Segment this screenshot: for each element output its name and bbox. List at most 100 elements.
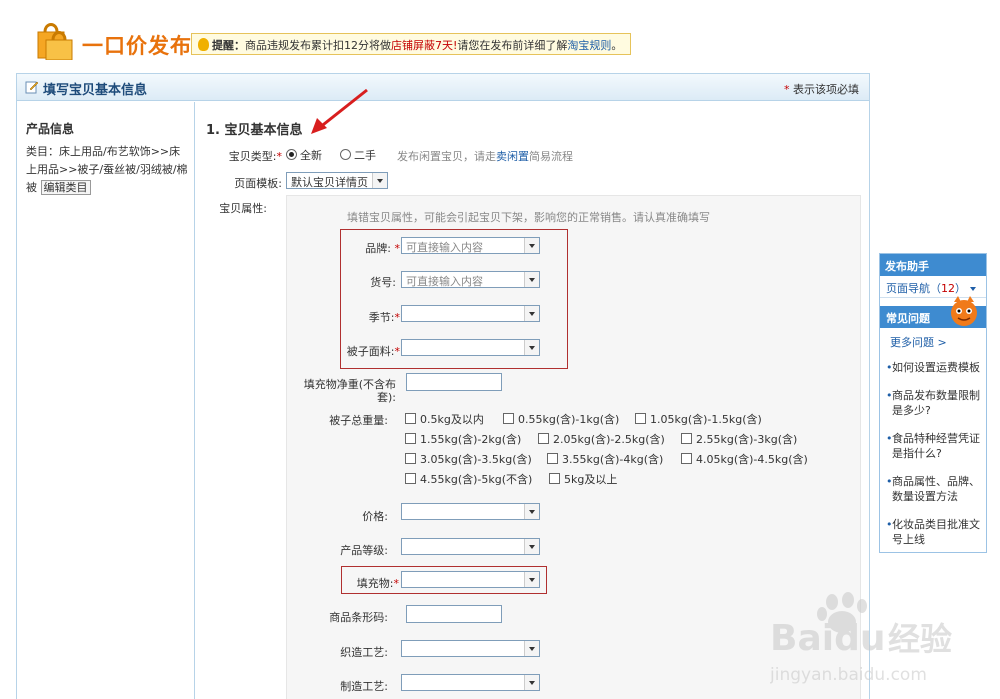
filling-weight-input[interactable] [406, 373, 502, 391]
weight-option-label: 3.05kg(含)-3.5kg(含) [420, 453, 532, 466]
season-select[interactable] [401, 305, 540, 322]
shopping-bag-icon [37, 23, 73, 60]
chevron-down-icon [969, 287, 976, 291]
mascot-icon [951, 296, 977, 326]
faq-item[interactable]: 商品发布数量限制是多少? [886, 388, 982, 418]
brand-select[interactable]: 可直接输入内容 [401, 237, 540, 254]
type-used-label: 二手 [354, 149, 376, 162]
fabric-label-text: 被子面料: [346, 345, 395, 358]
required-star: * [784, 83, 790, 96]
notice-text2: 请您在发布前详细了解 [457, 39, 568, 52]
type-required-star: * [276, 150, 283, 163]
checkbox[interactable] [635, 413, 646, 424]
weight-option-label: 4.55kg(含)-5kg(不含) [420, 473, 533, 486]
checkbox[interactable] [538, 433, 549, 444]
sell-idle-link[interactable]: 卖闲置 [496, 150, 529, 163]
watermark-brand2: 经验 [888, 620, 952, 658]
chevron-down-icon [524, 641, 539, 656]
type-hint-text: 发布闲置宝贝，请走 [397, 150, 496, 163]
page-title: 一口价发布 [82, 34, 192, 58]
category-prefix: 类目： [26, 145, 59, 158]
fabric-label: 被子面料:* [300, 343, 400, 359]
type-label-text: 宝贝类型: [228, 150, 277, 163]
item-no-label: 货号: [370, 276, 396, 289]
price-select[interactable] [401, 503, 540, 520]
grade-select[interactable] [401, 538, 540, 555]
checkbox[interactable] [547, 453, 558, 464]
checkbox[interactable] [681, 453, 692, 464]
checkbox[interactable] [405, 433, 416, 444]
page-nav-label: 页面导航（ [886, 282, 941, 295]
checkbox[interactable] [405, 453, 416, 464]
brand-placeholder: 可直接输入内容 [406, 241, 483, 254]
filling-select[interactable] [401, 571, 540, 588]
chevron-down-icon [524, 272, 539, 287]
weight-option-10[interactable]: 5kg及以上 [549, 471, 617, 487]
chevron-down-icon [524, 306, 539, 321]
edit-category-button[interactable]: 编辑类目 [40, 180, 91, 195]
make-label: 制造工艺: [340, 680, 388, 693]
faq-item[interactable]: 商品属性、品牌、数量设置方法 [886, 474, 982, 504]
faq-item[interactable]: 如何设置运费模板 [886, 360, 982, 375]
notice-text: 商品违规发布累计扣12分将做 [245, 39, 391, 52]
checkbox[interactable] [405, 473, 416, 484]
type-used-option[interactable]: 二手 [340, 147, 376, 163]
checkbox[interactable] [681, 433, 692, 444]
radio-checked[interactable] [286, 149, 297, 160]
faq-item[interactable]: 化妆品类目批准文号上线 [886, 517, 982, 547]
filling-weight-label: 填充物净重(不含布套): [303, 378, 396, 404]
weight-option-4[interactable]: 2.05kg(含)-2.5kg(含) [538, 431, 665, 447]
weight-option-3[interactable]: 1.55kg(含)-2kg(含) [405, 431, 521, 447]
notice-end: 。 [611, 39, 623, 52]
weight-option-7[interactable]: 3.55kg(含)-4kg(含) [547, 451, 663, 467]
chevron-down-icon [524, 504, 539, 519]
weight-option-label: 5kg及以上 [564, 473, 618, 486]
weight-option-8[interactable]: 4.05kg(含)-4.5kg(含) [681, 451, 808, 467]
barcode-input[interactable] [406, 605, 502, 623]
notice-link[interactable]: 店铺屏蔽7天! [391, 39, 457, 52]
weight-option-5[interactable]: 2.55kg(含)-3kg(含) [681, 431, 797, 447]
season-label: 季节:* [300, 309, 400, 325]
notice-label: 提醒： [212, 39, 245, 52]
fabric-select[interactable] [401, 339, 540, 356]
chevron-down-icon [372, 173, 387, 188]
brand-label: 品牌: * [300, 240, 400, 256]
weight-option-label: 0.55kg(含)-1kg(含) [518, 413, 620, 426]
type-new-option[interactable]: 全新 [286, 147, 322, 163]
fabric-required-star: * [394, 345, 401, 358]
rules-link[interactable]: 淘宝规则 [567, 39, 611, 52]
type-hint-end: 简易流程 [529, 150, 573, 163]
product-info-column: 产品信息 类目：床上用品/布艺软饰>>床上用品>>被子/蚕丝被/羽绒被/棉被 编… [17, 102, 195, 699]
weight-option-9[interactable]: 4.55kg(含)-5kg(不含) [405, 471, 532, 487]
watermark-brand: Baidu [770, 618, 885, 659]
type-hint: 发布闲置宝贝，请走卖闲置简易流程 [397, 148, 573, 164]
weight-option-2[interactable]: 1.05kg(含)-1.5kg(含) [635, 411, 762, 427]
checkbox[interactable] [405, 413, 416, 424]
template-value: 默认宝贝详情页 [291, 176, 368, 189]
brand-label-text: 品牌: [365, 242, 391, 255]
filling-label-text: 填充物: [356, 577, 394, 590]
faq-item[interactable]: 食品特种经营凭证是指什么? [886, 431, 982, 461]
weight-option-1[interactable]: 0.55kg(含)-1kg(含) [503, 411, 619, 427]
item-no-select[interactable]: 可直接输入内容 [401, 271, 540, 288]
template-select[interactable]: 默认宝贝详情页 [286, 172, 388, 189]
season-label-text: 季节: [368, 311, 395, 324]
grade-label: 产品等级: [340, 544, 388, 557]
chevron-down-icon [524, 572, 539, 587]
section-title: 1. 宝贝基本信息 [206, 123, 303, 138]
item-no-placeholder: 可直接输入内容 [406, 275, 483, 288]
watermark-url: jingyan.baidu.com [770, 665, 927, 685]
weight-option-label: 2.05kg(含)-2.5kg(含) [553, 433, 665, 446]
make-select[interactable] [401, 674, 540, 691]
weight-option-label: 4.05kg(含)-4.5kg(含) [696, 453, 808, 466]
radio-unchecked[interactable] [340, 149, 351, 160]
checkbox[interactable] [503, 413, 514, 424]
more-questions-link[interactable]: 更多问题 > [890, 334, 947, 350]
weave-select[interactable] [401, 640, 540, 657]
weight-option-6[interactable]: 3.05kg(含)-3.5kg(含) [405, 451, 532, 467]
checkbox[interactable] [549, 473, 560, 484]
weight-option-0[interactable]: 0.5kg及以内 [405, 411, 484, 427]
attr-label: 宝贝属性: [219, 202, 267, 215]
weight-option-label: 1.55kg(含)-2kg(含) [420, 433, 522, 446]
required-note-text: 表示该项必填 [793, 83, 859, 96]
